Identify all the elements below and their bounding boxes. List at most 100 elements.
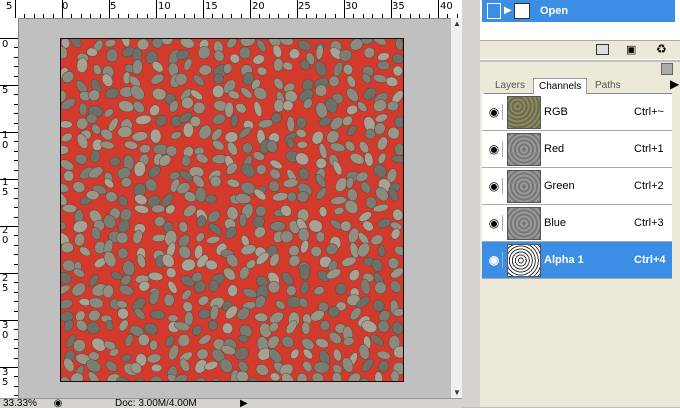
channel-shortcut: Ctrl+4 bbox=[634, 254, 666, 266]
ruler-tick bbox=[14, 66, 18, 67]
ruler-tick bbox=[175, 14, 176, 18]
document-image[interactable] bbox=[60, 38, 404, 382]
ruler-tick bbox=[14, 254, 18, 255]
ruler-tick bbox=[14, 188, 18, 189]
ruler-tick bbox=[81, 14, 82, 18]
ruler-tick bbox=[14, 217, 18, 218]
channel-thumbnail bbox=[507, 170, 541, 203]
channel-name: Blue bbox=[544, 217, 567, 229]
channel-thumbnail bbox=[507, 244, 541, 277]
new-document-icon[interactable] bbox=[596, 44, 609, 55]
ruler-tick bbox=[316, 14, 317, 18]
ruler-tick bbox=[53, 14, 54, 18]
ruler-label: 10 bbox=[158, 1, 171, 12]
panel-menu-icon[interactable]: ▶ bbox=[670, 78, 679, 90]
ruler-tick bbox=[344, 0, 345, 18]
ruler-tick bbox=[14, 76, 18, 77]
ruler-tick bbox=[14, 329, 18, 330]
ruler-tick bbox=[0, 320, 18, 321]
ruler-tick bbox=[43, 14, 44, 18]
ruler-tick bbox=[14, 348, 18, 349]
ruler-tick bbox=[128, 14, 129, 18]
channel-shortcut: Ctrl+2 bbox=[634, 180, 664, 192]
ruler-tick bbox=[0, 273, 18, 274]
ruler-tick bbox=[419, 14, 420, 18]
ruler-tick bbox=[14, 395, 18, 396]
history-state-label: Open bbox=[540, 5, 569, 17]
ruler-tick bbox=[269, 14, 270, 18]
camera-icon[interactable]: ▣ bbox=[626, 43, 636, 56]
ruler-tick bbox=[109, 0, 110, 18]
ruler-tick bbox=[250, 0, 251, 18]
eye-icon[interactable]: ◉ bbox=[486, 178, 503, 194]
eye-icon[interactable]: ◉ bbox=[486, 104, 503, 120]
ruler-tick bbox=[14, 207, 18, 208]
ruler-label: 3 5 bbox=[2, 367, 9, 388]
horizontal-ruler[interactable]: 5 0 5 10 15 20 25 30 35 40 bbox=[0, 0, 462, 19]
ruler-tick bbox=[297, 0, 298, 18]
ruler-tick bbox=[14, 245, 18, 246]
ruler-tick bbox=[400, 14, 401, 18]
ruler-tick bbox=[203, 0, 204, 18]
ruler-tick bbox=[14, 94, 18, 95]
tab-channels[interactable]: Channels bbox=[533, 78, 588, 94]
ruler-tick bbox=[353, 14, 354, 18]
tab-layers[interactable]: Layers bbox=[490, 78, 530, 93]
ruler-tick bbox=[0, 38, 18, 39]
ruler-label: 35 bbox=[392, 1, 405, 12]
channel-name: RGB bbox=[544, 106, 568, 118]
ruler-tick bbox=[391, 0, 392, 18]
ruler-tick bbox=[14, 160, 18, 161]
channel-row-red[interactable]: ◉ Red Ctrl+1 bbox=[482, 131, 672, 168]
ruler-tick bbox=[34, 14, 35, 18]
ruler-tick bbox=[156, 0, 157, 18]
minimize-panel-icon[interactable] bbox=[661, 63, 673, 75]
ruler-tick bbox=[165, 14, 166, 18]
ruler-tick bbox=[14, 386, 18, 387]
panel-divider bbox=[462, 0, 480, 407]
ruler-label: 2 0 bbox=[2, 225, 9, 246]
ruler-tick bbox=[90, 14, 91, 18]
ruler-tick bbox=[14, 311, 18, 312]
ruler-tick bbox=[241, 14, 242, 18]
eye-icon[interactable]: ◉ bbox=[486, 252, 503, 268]
eye-icon[interactable]: ◉ bbox=[486, 215, 503, 231]
tab-paths[interactable]: Paths bbox=[590, 78, 626, 93]
ruler-tick bbox=[14, 358, 18, 359]
ruler-tick bbox=[14, 235, 18, 236]
channel-row-alpha-1[interactable]: ◉ Alpha 1 Ctrl+4 bbox=[482, 242, 672, 279]
ruler-tick bbox=[24, 14, 25, 18]
ruler-label: 2 5 bbox=[2, 273, 9, 294]
channel-row-blue[interactable]: ◉ Blue Ctrl+3 bbox=[482, 205, 672, 242]
ruler-tick bbox=[429, 14, 430, 18]
history-state-icon bbox=[514, 3, 530, 19]
ruler-label: 30 bbox=[345, 1, 358, 12]
ruler-label: 25 bbox=[298, 1, 311, 12]
channel-name: Green bbox=[544, 180, 575, 192]
channel-thumbnail bbox=[507, 133, 541, 166]
ruler-tick bbox=[0, 179, 18, 180]
eye-icon[interactable]: ◉ bbox=[486, 141, 503, 157]
history-state-open[interactable]: ▶ Open bbox=[482, 0, 675, 22]
ruler-tick bbox=[194, 14, 195, 18]
ruler-tick bbox=[147, 14, 148, 18]
ruler-tick bbox=[306, 14, 307, 18]
ruler-tick bbox=[14, 301, 18, 302]
channel-thumbnail bbox=[507, 207, 541, 240]
ruler-tick bbox=[447, 14, 448, 18]
channel-row-rgb[interactable]: ◉ RGB Ctrl+~ bbox=[482, 94, 672, 131]
channel-row-green[interactable]: ◉ Green Ctrl+2 bbox=[482, 168, 672, 205]
ruler-tick bbox=[0, 132, 18, 133]
scroll-up-icon[interactable]: ▲ bbox=[452, 18, 462, 30]
vertical-ruler[interactable]: 0 5 1 0 1 5 2 0 2 5 3 0 3 5 bbox=[0, 18, 19, 398]
ruler-tick bbox=[382, 14, 383, 18]
ruler-tick bbox=[14, 292, 18, 293]
ruler-label: 0 bbox=[2, 39, 9, 50]
ruler-tick bbox=[222, 14, 223, 18]
ruler-tick bbox=[14, 47, 18, 48]
ruler-tick bbox=[212, 14, 213, 18]
ruler-tick bbox=[14, 170, 18, 171]
ruler-label: 3 0 bbox=[2, 320, 9, 341]
history-source-icon[interactable] bbox=[487, 3, 501, 19]
trash-icon[interactable]: ♻ bbox=[656, 42, 667, 56]
